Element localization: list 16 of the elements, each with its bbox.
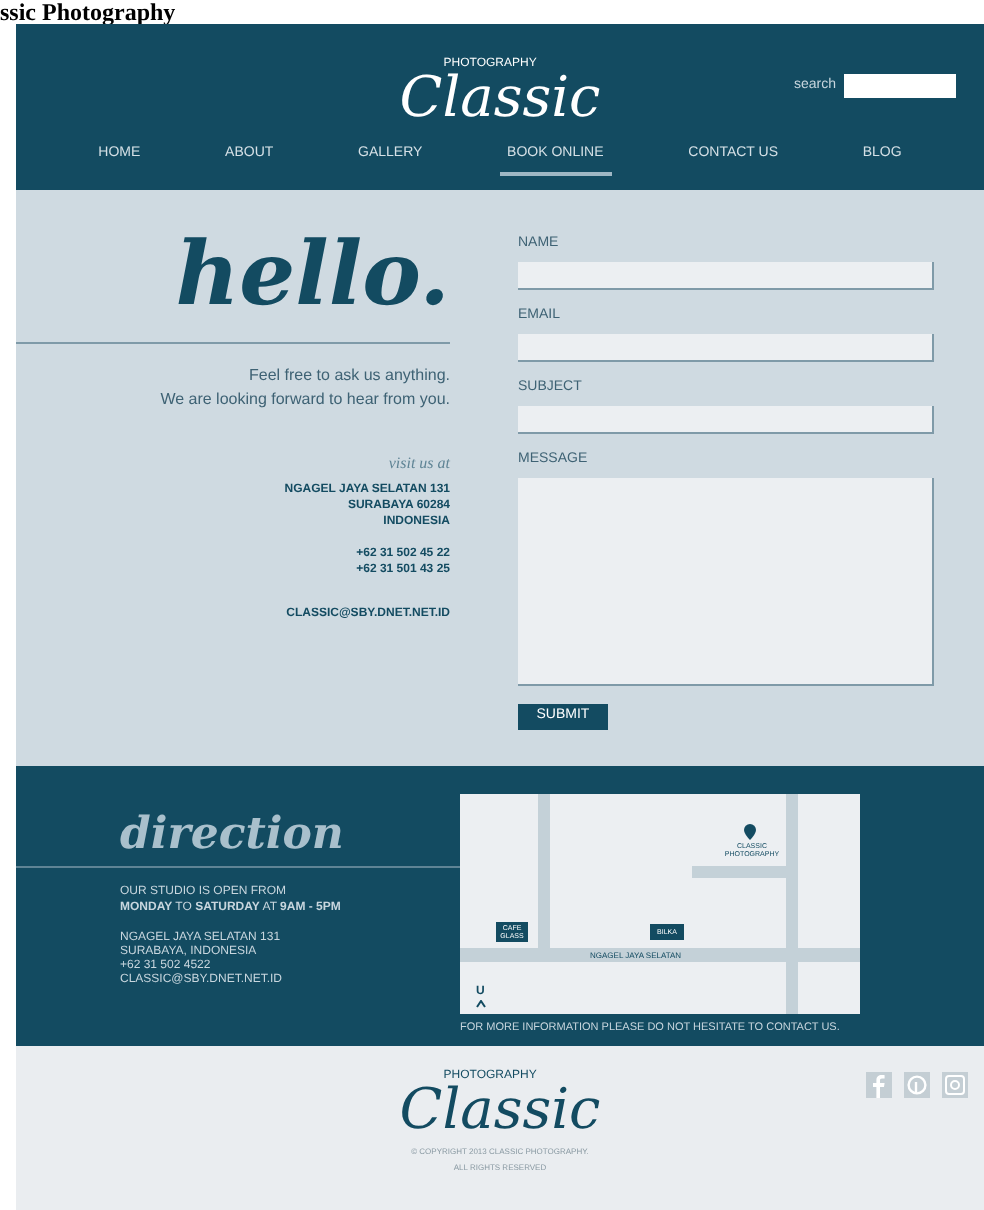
search-field[interactable]: [844, 74, 956, 98]
facebook-icon[interactable]: [866, 1072, 892, 1098]
logo-word: Classic: [399, 1084, 601, 1136]
logo-word: Classic: [399, 72, 601, 124]
visit-label: visit us at: [388, 452, 450, 476]
camera-icon[interactable]: [942, 1072, 968, 1098]
location-pin-icon: [744, 824, 756, 840]
message-field[interactable]: [518, 478, 934, 686]
page-title: ssic Photography: [0, 0, 176, 24]
text-field[interactable]: [518, 262, 934, 290]
direction-heading: direction: [118, 806, 346, 862]
hello-heading: hello.: [175, 226, 450, 326]
intro-text: Feel free to ask us anything.: [249, 364, 450, 388]
text-field[interactable]: [518, 406, 934, 434]
intro-text: We are looking forward to hear from you.: [160, 388, 450, 412]
text-field[interactable]: [518, 334, 934, 362]
